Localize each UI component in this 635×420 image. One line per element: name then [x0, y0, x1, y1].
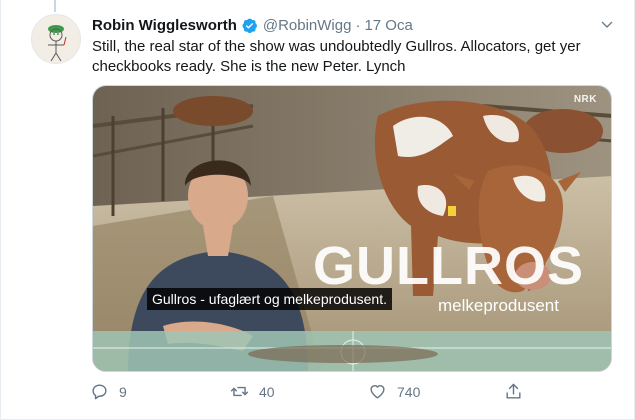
video-frame [93, 86, 611, 371]
thread-connector [54, 0, 56, 12]
tweet-text: Still, the real star of the show was und… [92, 38, 581, 75]
chevron-down-icon[interactable] [599, 17, 615, 33]
retweet-count: 40 [259, 383, 275, 400]
timeline-border-left [0, 0, 1, 420]
share-icon [506, 383, 521, 399]
author-name[interactable]: Robin Wigglesworth [92, 17, 237, 34]
like-button[interactable]: 740 [368, 382, 420, 401]
retweet-icon [230, 386, 249, 397]
retweet-button[interactable]: 40 [230, 382, 275, 401]
reply-button[interactable]: 9 [90, 382, 127, 401]
reply-count: 9 [119, 383, 127, 400]
tweet-header: Robin Wigglesworth @RobinWigg · 17 Oca [92, 14, 615, 36]
avatar-drawing [32, 15, 80, 63]
header-separator: · [355, 16, 361, 34]
share-button[interactable] [504, 382, 533, 401]
avatar[interactable] [31, 14, 81, 64]
tweet-date[interactable]: 17 Oca [364, 17, 412, 34]
tweet-actions: 9 40 740 [90, 382, 530, 404]
video-caption: Gullros - ufaglært og melkeprodusent. [147, 288, 392, 310]
reply-icon [92, 384, 107, 400]
heart-icon [370, 385, 385, 399]
verified-badge-icon [241, 17, 258, 34]
nrk-watermark: NRK [573, 94, 597, 105]
media-title-overlay: GULLROS [313, 236, 584, 296]
tweet-media[interactable]: NRK GULLROS melkeprodusent Gullros - ufa… [92, 85, 612, 372]
author-handle[interactable]: @RobinWigg [263, 17, 352, 34]
media-subtitle-overlay: melkeprodusent [438, 296, 559, 315]
like-count: 740 [397, 383, 421, 400]
